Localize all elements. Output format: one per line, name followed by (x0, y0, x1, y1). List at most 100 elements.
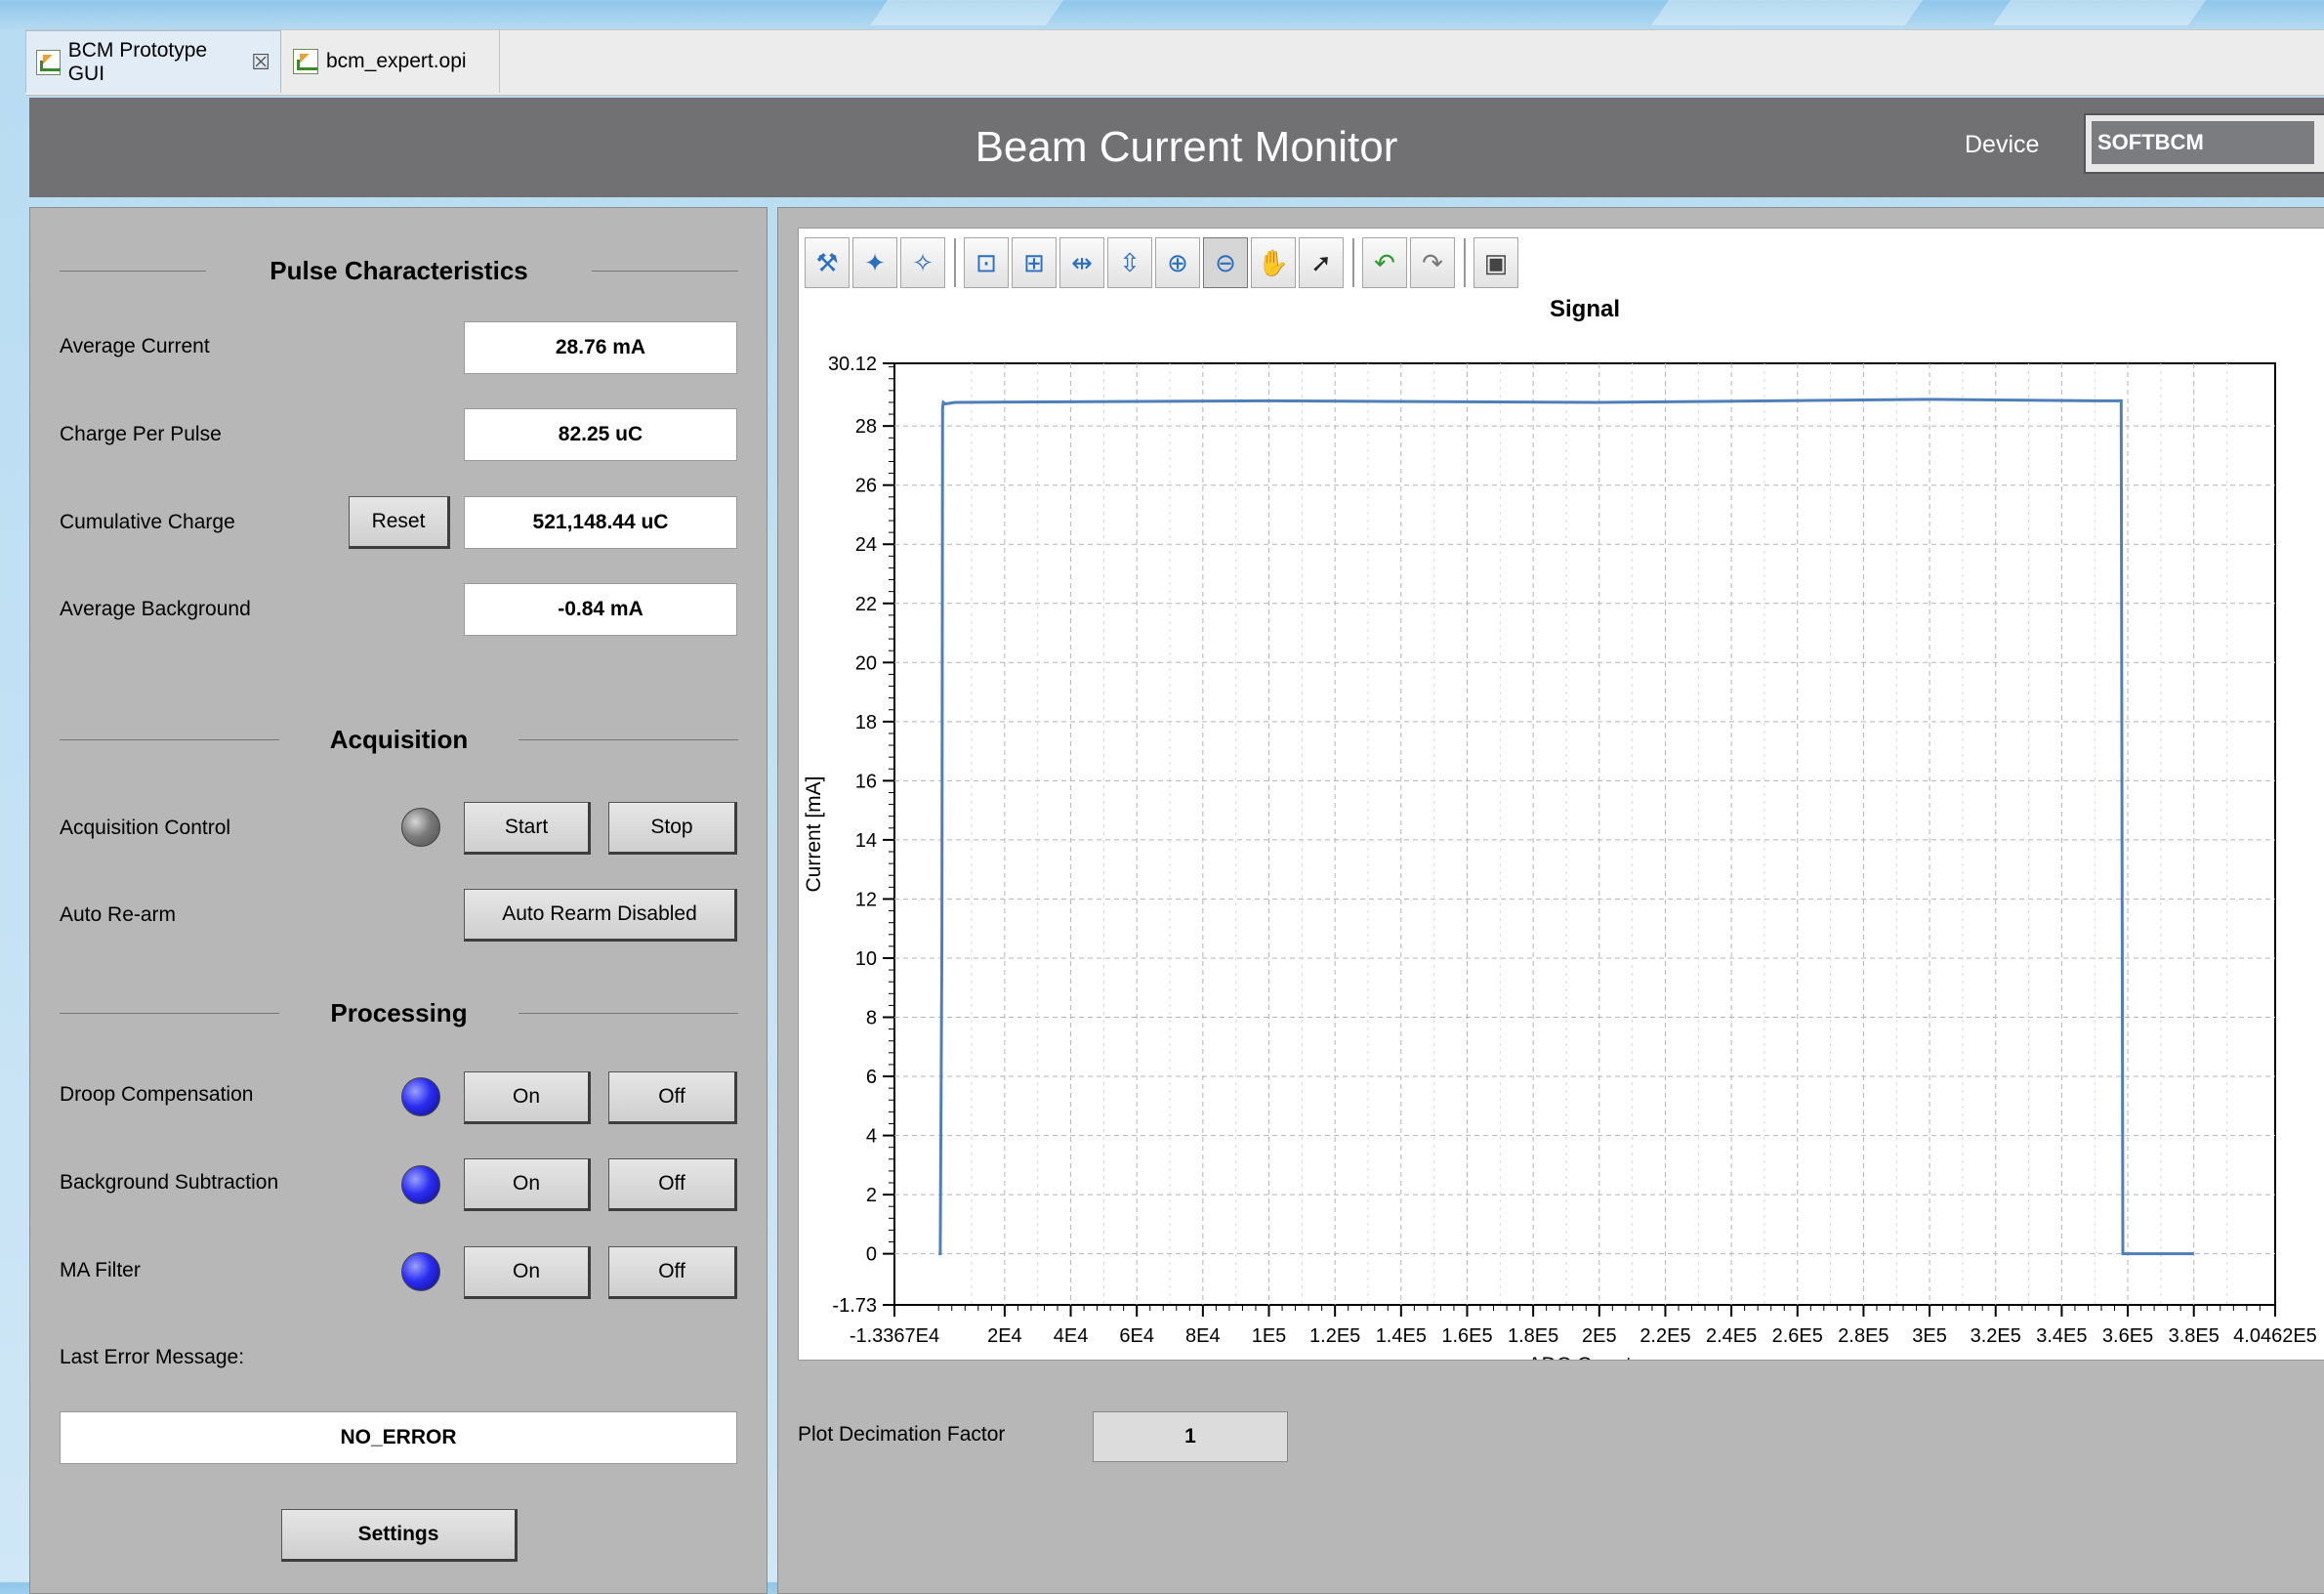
xy-graph[interactable]: ⚒ ✦ ✧ ⊡ ⊞ ⇹ ⇳ ⊕ ⊖ ✋ ➚ ↶ ↷ ▣ -1.3367E4 2E4… (798, 228, 2324, 1361)
start-button[interactable]: Start (464, 802, 591, 855)
x-tick-label: 1E5 (1252, 1325, 1287, 1347)
acquisition-control-label: Acquisition Control (60, 817, 231, 839)
y-tick-label: 22 (855, 594, 877, 615)
x-tick-label: 4E4 (1054, 1325, 1089, 1347)
background-subtraction-off-button[interactable]: Off (608, 1158, 737, 1211)
left-panel: Pulse Characteristics Average Current 28… (29, 207, 768, 1594)
close-icon[interactable]: ☒ (251, 50, 270, 75)
charge-per-pulse-label: Charge Per Pulse (60, 423, 222, 445)
average-current-value: 28.76 mA (464, 321, 737, 374)
section-pulse-characteristics: Pulse Characteristics (60, 251, 738, 290)
settings-button[interactable]: Settings (281, 1509, 518, 1562)
y-tick-label: 6 (866, 1067, 877, 1088)
signal-chart: -1.3367E4 2E4 4E4 6E4 8E4 1E5 1.2E5 1.4E5 1.6E5 1… (803, 296, 2317, 1360)
background-decoration (1992, 0, 2207, 25)
header-bar: Beam Current Monitor Device SOFTBCM ⇕ (29, 98, 2324, 197)
background-subtraction-led (401, 1165, 440, 1204)
x-tick-label: 2.2E5 (1639, 1325, 1690, 1347)
droop-on-button[interactable]: On (464, 1071, 591, 1124)
y-tick-label: 12 (855, 889, 877, 910)
editor-tab-strip: BCM Prototype GUI ☒ bcm_expert.opi (25, 29, 2324, 96)
section-title: Acquisition (329, 725, 469, 754)
x-tick-label: 2.6E5 (1772, 1325, 1823, 1347)
y-tick-label: -1.73 (832, 1295, 877, 1317)
x-tick-label: 2E4 (987, 1325, 1022, 1347)
device-select[interactable]: SOFTBCM ⇕ (2084, 113, 2324, 174)
x-axis-label: ADC Counts (1528, 1354, 1642, 1360)
droop-off-button[interactable]: Off (608, 1071, 737, 1124)
tab-bcm-expert[interactable]: bcm_expert.opi (283, 30, 500, 93)
device-label: Device (1965, 131, 2040, 158)
section-title: Processing (330, 998, 468, 1028)
y-tick-label: 0 (866, 1244, 877, 1266)
ma-filter-label: MA Filter (60, 1259, 141, 1281)
chart-title: Signal (1550, 296, 1620, 322)
ma-filter-led (401, 1252, 440, 1291)
x-tick-label: 3.6E5 (2102, 1325, 2153, 1347)
ma-filter-on-button[interactable]: On (464, 1246, 591, 1299)
tab-bcm-prototype-gui[interactable]: BCM Prototype GUI ☒ (25, 30, 281, 93)
stop-button[interactable]: Stop (608, 802, 737, 855)
droop-compensation-label: Droop Compensation (60, 1083, 254, 1106)
section-processing: Processing (60, 993, 738, 1032)
plot-frame (893, 362, 2276, 1306)
last-error-label: Last Error Message: (60, 1346, 245, 1368)
y-tick-label: 24 (855, 534, 877, 556)
average-current-label: Average Current (60, 335, 210, 357)
x-tick-label: 2.4E5 (1706, 1325, 1757, 1347)
y-tick-label: 18 (855, 712, 877, 734)
y-tick-label: 10 (855, 948, 877, 970)
average-background-label: Average Background (60, 598, 251, 620)
y-tick-label: 30.12 (828, 354, 877, 375)
right-panel: ⚒ ✦ ✧ ⊡ ⊞ ⇹ ⇳ ⊕ ⊖ ✋ ➚ ↶ ↷ ▣ -1.3367E4 2E4… (777, 207, 2324, 1594)
average-background-value: -0.84 mA (464, 583, 737, 636)
charge-per-pulse-value: 82.25 uC (464, 408, 737, 461)
x-tick-label: 3.4E5 (2036, 1325, 2087, 1347)
x-tick-label: 4.0462E5 (2233, 1325, 2317, 1347)
x-tick-label: 2.8E5 (1838, 1325, 1888, 1347)
cumulative-charge-value: 521,148.44 uC (464, 496, 737, 549)
x-tick-label: 6E4 (1119, 1325, 1154, 1347)
y-tick-label: 14 (855, 830, 877, 852)
background-subtraction-label: Background Subtraction (60, 1171, 279, 1194)
x-tick-label: 1.6E5 (1441, 1325, 1492, 1347)
background-decoration (1650, 0, 1924, 25)
x-tick-label: 1.4E5 (1376, 1325, 1427, 1347)
tab-label: bcm_expert.opi (326, 50, 467, 72)
tab-label: BCM Prototype GUI (67, 38, 208, 85)
background-subtraction-on-button[interactable]: On (464, 1158, 591, 1211)
y-tick-label: 2 (866, 1185, 877, 1206)
chart-icon (36, 49, 61, 75)
updown-arrows-icon: ⇕ (2320, 125, 2324, 150)
y-tick-label: 28 (855, 416, 877, 438)
decimation-label: Plot Decimation Factor (798, 1423, 1006, 1446)
y-tick-label: 16 (855, 771, 877, 792)
y-tick-label: 8 (866, 1008, 877, 1029)
decimation-input[interactable]: 1 (1093, 1411, 1288, 1462)
last-error-value: NO_ERROR (60, 1411, 737, 1464)
x-tick-label: -1.3367E4 (850, 1325, 939, 1347)
y-tick-label: 26 (855, 476, 877, 497)
x-tick-label: 3.8E5 (2169, 1325, 2220, 1347)
ma-filter-off-button[interactable]: Off (608, 1246, 737, 1299)
droop-compensation-led (401, 1077, 440, 1116)
x-tick-label: 3.2E5 (1971, 1325, 2021, 1347)
x-tick-label: 3E5 (1912, 1325, 1947, 1347)
device-select-value: SOFTBCM (2092, 121, 2314, 164)
cumulative-charge-label: Cumulative Charge (60, 511, 235, 533)
x-tick-label: 1.2E5 (1309, 1325, 1360, 1347)
x-tick-label: 2E5 (1582, 1325, 1617, 1347)
background-decoration (869, 0, 1064, 25)
acquisition-status-led (401, 808, 440, 847)
y-tick-label: 20 (855, 652, 877, 674)
section-acquisition: Acquisition (60, 720, 738, 759)
auto-rearm-label: Auto Re-arm (60, 903, 177, 926)
x-tick-label: 8E4 (1185, 1325, 1221, 1347)
y-tick-label: 4 (866, 1126, 877, 1148)
y-axis-label: Current [mA] (803, 776, 825, 892)
section-title: Pulse Characteristics (270, 256, 528, 285)
x-tick-label: 1.8E5 (1508, 1325, 1558, 1347)
reset-button[interactable]: Reset (349, 496, 450, 549)
chart-icon (293, 49, 318, 74)
auto-rearm-button[interactable]: Auto Rearm Disabled (464, 889, 737, 942)
